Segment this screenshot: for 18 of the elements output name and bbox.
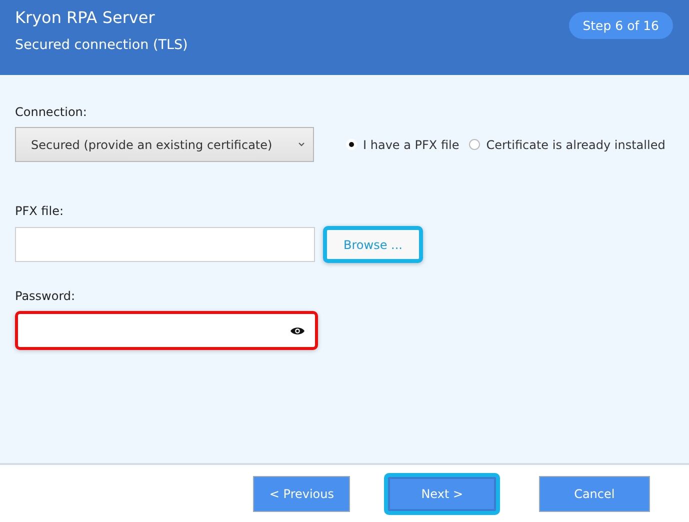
page-subtitle: Secured connection (TLS) [15, 37, 188, 53]
connection-dropdown[interactable]: Secured (provide an existing certificate) [15, 127, 314, 162]
radio-dot-icon[interactable] [469, 139, 480, 150]
wizard-button[interactable]: Cancel [538, 476, 650, 512]
radio-option[interactable]: I have a PFX file [346, 138, 460, 152]
file-path-field[interactable] [15, 227, 315, 262]
password-field[interactable] [15, 311, 318, 350]
step-indicator: Step 6 of 16 [568, 12, 673, 39]
field-label: Connection: [15, 105, 88, 119]
app-title: Kryon RPA Server [15, 8, 156, 27]
field-label: PFX file: [15, 204, 64, 218]
wizard-button[interactable]: Next > [384, 472, 500, 514]
caret-icon [298, 142, 305, 147]
eye-icon[interactable] [290, 326, 305, 336]
wizard-button[interactable]: < Previous [253, 476, 350, 512]
field-label: Password: [15, 289, 76, 303]
radio-option[interactable]: Certificate is already installed [469, 138, 666, 152]
browse-button[interactable]: Browse ... [323, 226, 423, 263]
